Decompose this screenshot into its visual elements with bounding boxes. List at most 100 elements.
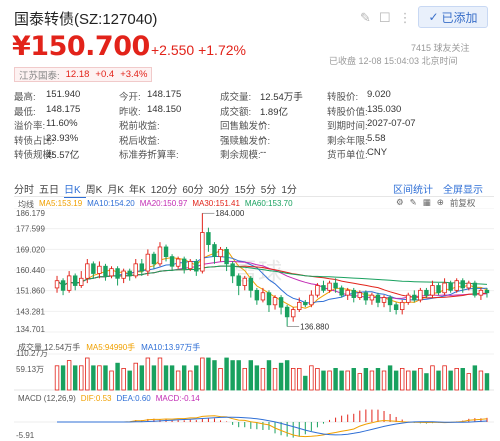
quote-value: -- (260, 147, 267, 158)
candle-body (218, 248, 223, 258)
volume-bar (272, 367, 278, 391)
stock-name: 江苏国泰: (19, 70, 60, 82)
volume-bar (412, 370, 417, 391)
candle-body (145, 253, 151, 272)
quote-value: CNY (367, 147, 388, 158)
quote-label: 转股价: (327, 92, 359, 103)
more-icon[interactable]: ⋮ (399, 10, 412, 26)
bell-icon[interactable]: ☐ (379, 10, 391, 26)
volume-bar (66, 360, 72, 391)
volume-bar (103, 365, 108, 391)
volume-bar (315, 367, 320, 391)
candle-body (181, 258, 187, 270)
volume-bar (139, 365, 145, 391)
volume-bar (133, 362, 138, 391)
y-axis-label: 169.020 (16, 245, 45, 254)
follow-button[interactable]: ✓ 已添加 (418, 6, 488, 28)
candle-body (85, 263, 90, 279)
stock-price: 12.18 (65, 69, 90, 80)
volume-bar (200, 357, 205, 391)
candle-body (127, 270, 132, 277)
candle-body (375, 294, 381, 303)
candle-body (224, 248, 229, 265)
candle-body (230, 263, 235, 277)
underlying-stock[interactable]: 江苏国泰: 12.18 +0.4 +3.4% (14, 67, 153, 82)
quote-value: -- (147, 118, 154, 129)
volume-bar (357, 373, 363, 391)
volume-bar (406, 370, 411, 391)
candle-body (133, 263, 138, 277)
volume-bar (266, 360, 272, 391)
volume-bar (157, 357, 163, 391)
candle-body (236, 275, 241, 286)
volume-bar (175, 370, 181, 391)
volume-bar (188, 370, 193, 391)
candle-body (66, 275, 72, 291)
quote-label: 税后收益: (119, 135, 160, 147)
candle-body (303, 301, 308, 306)
candle-body (460, 280, 465, 289)
quote-value: 2027-07-07 (367, 118, 416, 129)
share-icon[interactable]: ✎ (360, 10, 371, 26)
volume-bar (393, 370, 399, 391)
candle-body (278, 297, 284, 308)
candle-body (393, 304, 399, 311)
candle-body (387, 297, 393, 306)
candle-body (72, 275, 78, 286)
candle-body (363, 292, 369, 301)
candle-body (381, 297, 387, 303)
candle-body (327, 282, 332, 291)
candle-body (448, 282, 453, 291)
candle-body (412, 294, 417, 301)
candle-body (266, 292, 272, 306)
volume-bar (230, 360, 235, 391)
range-stats-link[interactable]: 区间统计 (393, 181, 433, 196)
volume-bar (109, 370, 114, 391)
quote-label: 成交额: (220, 106, 252, 118)
price-change: +2.550 +1.72% (151, 42, 246, 58)
quote-label: 最低: (14, 106, 36, 118)
volume-bar (284, 360, 290, 391)
low-annotation: 136.880 (300, 322, 329, 331)
volume-bar (472, 365, 478, 391)
candle-body (169, 256, 175, 267)
quote-value: 148.175 (147, 89, 182, 100)
volume-bar (254, 365, 260, 391)
quote-label: 剩余规模: (220, 150, 261, 161)
volume-bar (278, 362, 284, 391)
candle-body (284, 306, 290, 318)
volume-bar (442, 365, 447, 391)
quote-value: 23.93% (46, 132, 79, 144)
followers-count: 7415 球友关注 (411, 43, 470, 53)
quote-label: 转股价值: (327, 106, 368, 118)
volume-bar (206, 357, 211, 391)
volume-bar (478, 370, 484, 391)
volume-bar (224, 357, 229, 391)
candle-body (315, 285, 320, 296)
quote-value: 148.150 (147, 103, 182, 115)
quote-value: 11.60% (46, 118, 78, 129)
chart-links: 区间统计 全屏显示 (393, 181, 483, 196)
quote-label: 最高: (14, 92, 36, 103)
fullscreen-link[interactable]: 全屏显示 (443, 181, 483, 196)
candle-body (109, 268, 114, 277)
quote-value: 9.020 (367, 89, 391, 100)
candle-body (194, 261, 199, 272)
candle-body (436, 285, 441, 294)
volume-bar (418, 367, 423, 391)
candle-body (424, 289, 429, 296)
volume-bar (363, 367, 369, 391)
candle-body (254, 289, 260, 301)
quote-row: 转债占比: 23.93% 税后收益: -- 强赎触发价: -- 剩余年限: 5.58 (14, 132, 498, 147)
quote-value: 1.89亿 (260, 106, 288, 118)
volume-bar (466, 373, 472, 391)
volume-bar (236, 360, 241, 391)
candle-body (339, 287, 344, 296)
volume-bar (181, 365, 187, 391)
kline-chart[interactable]: 雪球 186.179 177.599 169.020 160.440 151.860 143… (14, 208, 494, 440)
volume-bar (339, 370, 344, 391)
candle-body (175, 258, 181, 267)
candle-body (333, 282, 338, 289)
volume-bar (333, 367, 338, 391)
candle-body (260, 292, 266, 301)
